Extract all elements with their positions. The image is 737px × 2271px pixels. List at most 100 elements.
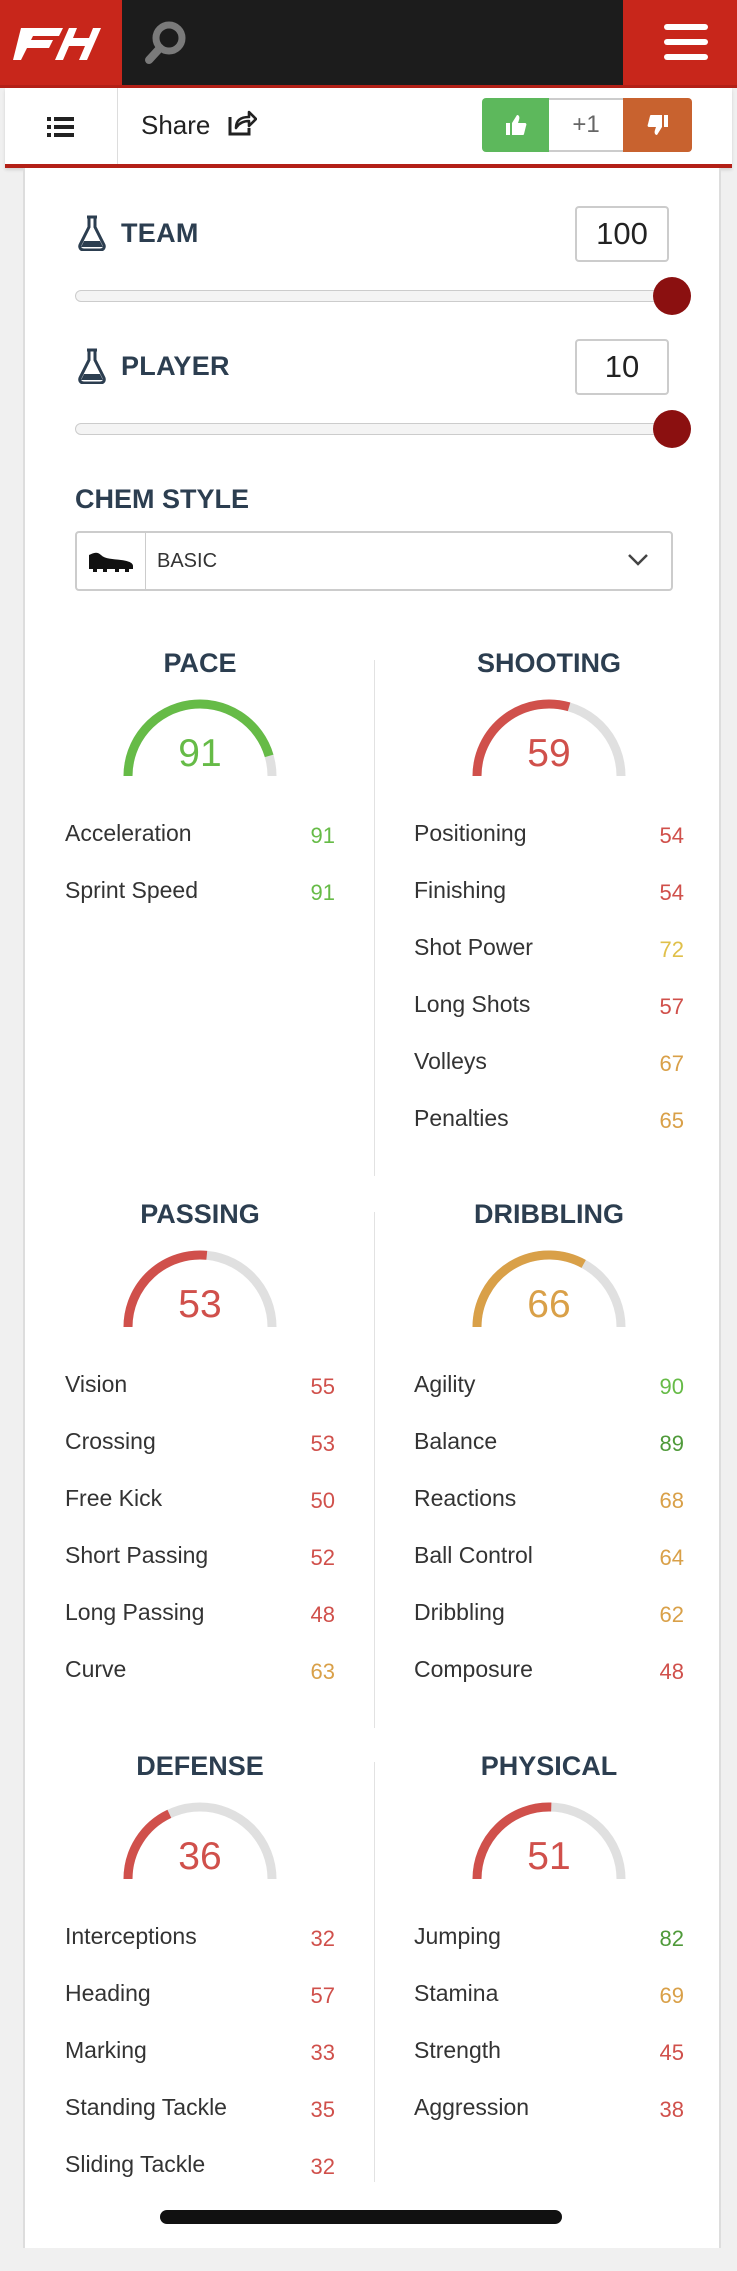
stat-title: PHYSICAL [480, 1751, 618, 1781]
attribute-value: 32 [310, 2154, 335, 2179]
attribute-row: Volleys 67 [414, 1048, 684, 1088]
attribute-row: Ball Control 64 [414, 1542, 684, 1582]
team-slider-track[interactable] [75, 290, 687, 302]
stat-overall-value: 53 [178, 1283, 222, 1326]
attribute-value: 55 [310, 1374, 335, 1399]
attribute-label: Heading [65, 1980, 151, 2006]
attribute-row: Crossing 53 [65, 1428, 335, 1468]
attribute-label: Free Kick [65, 1485, 163, 1511]
attribute-label: Balance [414, 1428, 498, 1454]
attribute-label: Shot Power [414, 934, 533, 960]
team-label: TEAM [121, 218, 199, 248]
attribute-value: 54 [659, 880, 684, 905]
menu-button[interactable] [623, 0, 737, 85]
attribute-label: Sliding Tackle [65, 2151, 206, 2177]
attribute-label: Acceleration [65, 820, 192, 846]
attribute-value: 35 [310, 2097, 335, 2122]
attribute-label: Positioning [414, 820, 527, 846]
attribute-value: 57 [310, 1983, 335, 2008]
attribute-label: Aggression [414, 2094, 530, 2120]
attribute-row: Positioning 54 [414, 820, 684, 860]
site-logo[interactable] [0, 0, 122, 85]
share-icon[interactable] [227, 109, 257, 137]
stat-block-physical: PHYSICAL 51 Jumping 82 Stamina 69 Strength 45 Ag… [414, 1751, 684, 2271]
boot-icon-cell [77, 533, 146, 589]
attribute-label: Curve [65, 1656, 127, 1682]
flask-icon [78, 215, 106, 251]
attribute-label: Standing Tackle [65, 2094, 227, 2120]
attribute-row: Jumping 82 [414, 1923, 684, 1963]
top-header [0, 0, 737, 88]
attribute-value: 45 [659, 2040, 684, 2065]
attribute-row: Interceptions 32 [65, 1923, 335, 1963]
attribute-label: Jumping [414, 1923, 501, 1949]
attribute-value: 67 [659, 1051, 684, 1076]
attribute-row: Agility 90 [414, 1371, 684, 1411]
column-divider [374, 1762, 375, 2182]
chevron-down-icon [628, 554, 648, 566]
thumbs-down-icon [647, 115, 668, 135]
stat-overall-value: 36 [178, 1835, 222, 1878]
stat-overall-value: 59 [527, 732, 571, 775]
attribute-row: Stamina 69 [414, 1980, 684, 2020]
team-chemistry-input[interactable]: 100 [575, 206, 669, 262]
list-menu-button[interactable] [5, 88, 118, 164]
attribute-value: 32 [310, 1926, 335, 1951]
attribute-value: 91 [310, 823, 335, 848]
stat-title: PASSING [140, 1199, 260, 1229]
attribute-row: Balance 89 [414, 1428, 684, 1468]
stat-title: SHOOTING [476, 648, 621, 678]
stat-title: PACE [163, 648, 237, 678]
attribute-row: Long Passing 48 [65, 1599, 335, 1639]
attribute-label: Strength [414, 2037, 501, 2063]
thumbs-up-icon [505, 115, 526, 135]
player-label: PLAYER [121, 351, 230, 381]
player-slider-track[interactable] [75, 423, 687, 435]
attribute-value: 62 [659, 1602, 684, 1627]
attribute-row: Acceleration 91 [65, 820, 335, 860]
upvote-button[interactable] [482, 98, 549, 152]
attribute-value: 89 [659, 1431, 684, 1456]
attribute-value: 48 [659, 1659, 684, 1684]
stat-title: DEFENSE [136, 1751, 264, 1781]
share-label[interactable]: Share [141, 110, 210, 141]
chem-style-select[interactable]: BASIC [75, 531, 673, 591]
attribute-value: 33 [310, 2040, 335, 2065]
search-icon[interactable] [142, 18, 190, 66]
attribute-label: Long Shots [414, 991, 531, 1017]
attribute-value: 53 [310, 1431, 335, 1456]
stat-overall-value: 91 [178, 732, 222, 775]
chem-style-value: BASIC [157, 550, 218, 572]
player-chemistry-input[interactable]: 10 [575, 339, 669, 395]
stat-overall-value: 66 [527, 1283, 571, 1326]
attribute-label: Sprint Speed [65, 877, 198, 903]
attribute-label: Penalties [414, 1105, 509, 1131]
attribute-label: Ball Control [414, 1542, 533, 1568]
column-divider [374, 660, 375, 1176]
attribute-row: Composure 48 [414, 1656, 684, 1696]
attribute-row: Long Shots 57 [414, 991, 684, 1031]
home-indicator [160, 2210, 562, 2224]
attribute-row: Heading 57 [65, 1980, 335, 2020]
attribute-label: Marking [65, 2037, 147, 2063]
attribute-label: Agility [414, 1371, 476, 1397]
stat-block-passing: PASSING 53 Vision 55 Crossing 53 Free Kick 50 Sh… [65, 1199, 335, 1719]
vote-count: +1 [549, 98, 623, 152]
hamburger-icon-bar [664, 54, 708, 60]
attribute-value: 57 [659, 994, 684, 1019]
downvote-button[interactable] [623, 98, 692, 152]
attribute-row: Curve 63 [65, 1656, 335, 1696]
chem-style-title: CHEM STYLE [75, 484, 250, 514]
attribute-label: Long Passing [65, 1599, 205, 1625]
attribute-value: 72 [659, 937, 684, 962]
attribute-row: Short Passing 52 [65, 1542, 335, 1582]
attribute-value: 68 [659, 1488, 684, 1513]
stat-title: DRIBBLING [474, 1199, 624, 1229]
team-slider-handle[interactable] [653, 277, 691, 315]
flask-icon [78, 348, 106, 384]
attribute-value: 65 [659, 1108, 684, 1133]
player-slider-handle[interactable] [653, 410, 691, 448]
hamburger-icon-bar [664, 24, 708, 30]
vote-group: +1 [482, 98, 692, 152]
attribute-row: Shot Power 72 [414, 934, 684, 974]
